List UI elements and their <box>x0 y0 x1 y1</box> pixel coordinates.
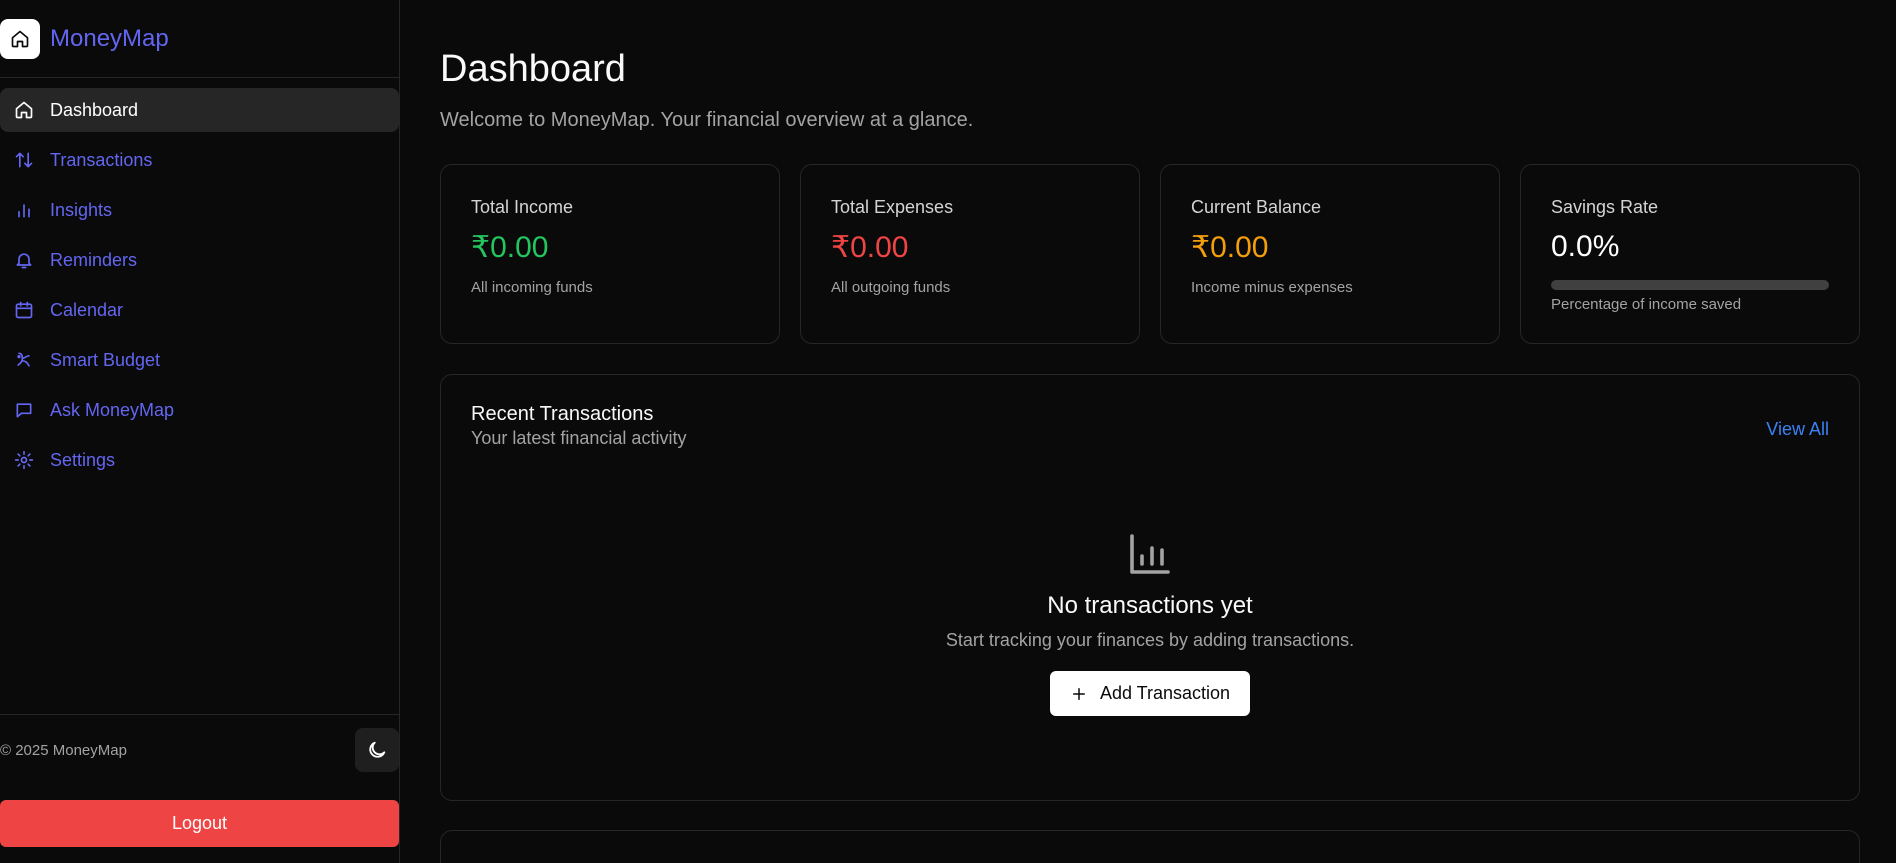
sidebar-nav: Dashboard Transactions Insights Reminder… <box>0 78 399 488</box>
sidebar-item-dashboard[interactable]: Dashboard <box>0 88 399 132</box>
app-root: MoneyMap Dashboard Transactions Insights… <box>0 0 1896 863</box>
copyright: © 2025 MoneyMap <box>0 741 127 759</box>
sidebar-item-label: Ask MoneyMap <box>50 399 175 420</box>
add-transaction-button[interactable]: Add Transaction <box>1049 671 1251 716</box>
add-transaction-label: Add Transaction <box>1099 683 1231 703</box>
recent-transactions-card: Recent Transactions Your latest financia… <box>440 374 1860 801</box>
theme-toggle-button[interactable] <box>355 728 399 772</box>
empty-title: No transactions yet <box>1047 592 1253 619</box>
stat-desc: All incoming funds <box>471 279 593 296</box>
stats-row: Total Income ₹0.00 All incoming funds To… <box>440 164 1860 344</box>
stat-label: Savings Rate <box>1551 197 1659 217</box>
sidebar-item-label: Insights <box>50 199 113 220</box>
stat-card-savings: Savings Rate 0.0% Percentage of income s… <box>1520 164 1860 344</box>
sidebar-item-insights[interactable]: Insights <box>0 188 399 232</box>
sidebar-item-reminders[interactable]: Reminders <box>0 238 399 282</box>
sidebar-item-label: Calendar <box>50 299 124 320</box>
sidebar-item-ask-moneymap[interactable]: Ask MoneyMap <box>0 388 399 432</box>
sidebar-item-transactions[interactable]: Transactions <box>0 138 399 182</box>
sidebar-item-label: Transactions <box>50 149 153 170</box>
stat-value: ₹0.00 <box>1191 231 1269 264</box>
moon-icon <box>369 741 386 758</box>
bar-chart-icon <box>1130 534 1170 574</box>
piggy-bank-icon <box>17 352 30 367</box>
gear-icon <box>14 450 34 470</box>
bell-icon <box>16 253 32 269</box>
logout-button[interactable]: Logout <box>0 800 399 847</box>
stat-card-income: Total Income ₹0.00 All incoming funds <box>440 164 780 344</box>
stat-value: ₹0.00 <box>471 231 549 264</box>
arrows-updown-icon <box>15 152 33 168</box>
recent-title: Recent Transactions <box>471 403 654 425</box>
stat-value: ₹0.00 <box>831 231 909 264</box>
calendar-icon <box>15 301 33 319</box>
empty-subtitle: Start tracking your finances by adding t… <box>945 630 1355 650</box>
sidebar-item-label: Smart Budget <box>50 349 161 370</box>
stat-card-balance: Current Balance ₹0.00 Income minus expen… <box>1160 164 1500 344</box>
message-icon <box>16 403 32 418</box>
page-subtitle: Welcome to MoneyMap. Your financial over… <box>440 109 974 131</box>
brand[interactable]: MoneyMap <box>0 0 399 78</box>
recent-subtitle: Your latest financial activity <box>471 428 687 448</box>
home-icon <box>15 101 33 119</box>
empty-state: No transactions yet Start tracking your … <box>441 530 1859 716</box>
brand-name: MoneyMap <box>50 24 169 52</box>
stat-desc: All outgoing funds <box>831 279 951 296</box>
sidebar-item-label: Dashboard <box>50 99 139 120</box>
sidebar-item-calendar[interactable]: Calendar <box>0 288 399 332</box>
next-section-card <box>440 830 1860 863</box>
page-title: Dashboard <box>440 48 626 90</box>
sidebar-item-label: Reminders <box>50 249 138 270</box>
sidebar-item-label: Settings <box>50 449 116 470</box>
sidebar-item-smart-budget[interactable]: Smart Budget <box>0 338 399 382</box>
home-icon <box>0 18 40 59</box>
stat-label: Total Expenses <box>831 197 954 217</box>
stat-label: Total Income <box>471 197 574 217</box>
stat-card-expenses: Total Expenses ₹0.00 All outgoing funds <box>800 164 1140 344</box>
sidebar-item-settings[interactable]: Settings <box>0 438 399 482</box>
stat-label: Current Balance <box>1191 197 1322 217</box>
main-content: Dashboard Welcome to MoneyMap. Your fina… <box>400 0 1896 863</box>
plus-icon <box>1072 687 1085 700</box>
stat-desc: Income minus expenses <box>1191 279 1353 296</box>
sidebar: MoneyMap Dashboard Transactions Insights… <box>0 0 400 863</box>
sidebar-footer: © 2025 MoneyMap <box>0 714 399 785</box>
savings-progress-bar <box>1551 280 1829 290</box>
view-all-link[interactable]: View All <box>1766 419 1829 440</box>
stat-value: 0.0% <box>1551 230 1620 263</box>
bar-chart-icon <box>18 204 30 218</box>
stat-desc: Percentage of income saved <box>1551 296 1742 313</box>
